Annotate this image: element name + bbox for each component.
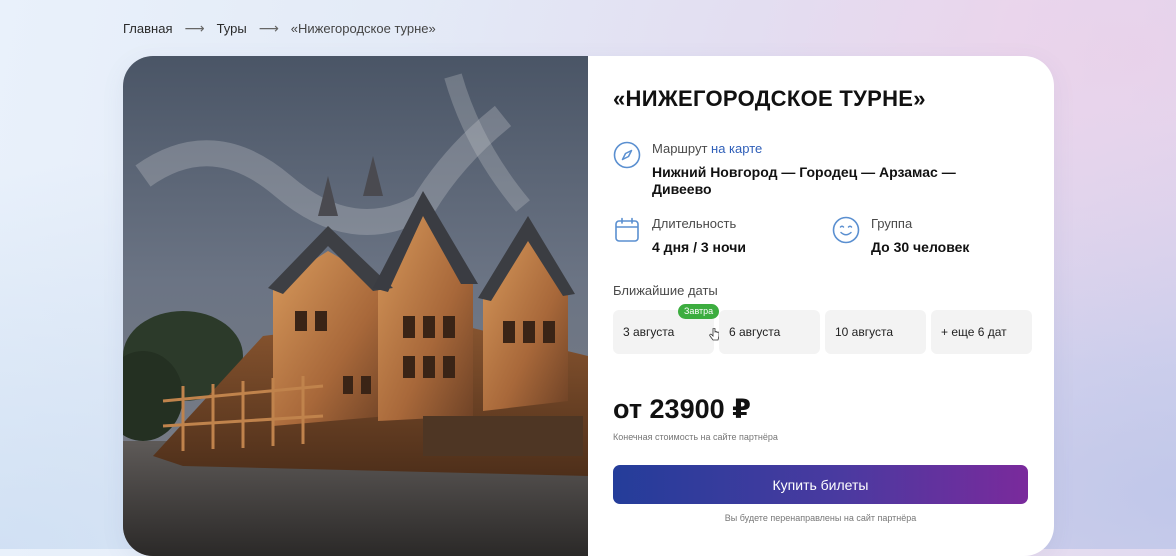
route-label: Маршрут	[652, 141, 708, 156]
price-value: от 23900 ₽	[613, 394, 751, 424]
tour-info: «НИЖЕГОРОДСКОЕ ТУРНЕ» Маршрут на карте Н…	[588, 56, 1054, 556]
breadcrumb-tours[interactable]: Туры	[217, 21, 247, 36]
date-option[interactable]: 10 августа	[825, 310, 926, 354]
breadcrumb: Главная ⟶ Туры ⟶ «Нижегородское турне»	[123, 19, 436, 37]
route-map-link[interactable]: на карте	[711, 141, 762, 156]
route-value: Нижний Новгород — Городец — Арзамас — Ди…	[652, 164, 956, 197]
price-note: Конечная стоимость на сайте партнёра	[613, 432, 778, 442]
redirect-note: Вы будете перенаправлены на сайт партнёр…	[724, 513, 917, 523]
breadcrumb-current: «Нижегородское турне»	[290, 20, 436, 36]
tour-photo	[123, 56, 588, 556]
date-option-label: 10 августа	[835, 325, 894, 339]
compass-icon	[613, 141, 641, 169]
tomorrow-badge: Завтра	[678, 304, 720, 319]
breadcrumb-arrow-icon: ⟶	[184, 19, 205, 36]
calendar-icon	[615, 217, 639, 242]
duration-value: 4 дня / 3 ночи	[652, 239, 746, 255]
route-block: Маршрут на карте Нижний Новгород — Город…	[613, 141, 997, 198]
date-option-label: 3 августа	[623, 325, 675, 339]
duration-label: Длительность	[652, 216, 737, 231]
buy-tickets-button[interactable]: Купить билеты	[613, 465, 1028, 504]
breadcrumb-home[interactable]: Главная	[123, 21, 172, 36]
group-block: Группа До 30 человек	[832, 216, 969, 256]
dates-label: Ближайшие даты	[613, 283, 718, 298]
more-dates-label: + еще 6 дат	[941, 325, 1007, 339]
date-option-label: 6 августа	[729, 325, 781, 339]
group-value: До 30 человек	[871, 239, 970, 255]
more-dates-button[interactable]: + еще 6 дат	[931, 310, 1032, 354]
smile-icon	[832, 216, 860, 244]
date-option[interactable]: 6 августа	[719, 310, 820, 354]
dates-list: 3 августа Завтра 6 августа 10 августа + …	[613, 304, 1032, 354]
tour-card: «НИЖЕГОРОДСКОЕ ТУРНЕ» Маршрут на карте Н…	[123, 56, 1054, 556]
duration-block: Длительность 4 дня / 3 ночи	[613, 216, 746, 256]
breadcrumb-arrow-icon: ⟶	[258, 19, 279, 36]
date-option[interactable]: 3 августа Завтра	[613, 304, 720, 354]
tour-title: «НИЖЕГОРОДСКОЕ ТУРНЕ»	[613, 86, 926, 111]
group-label: Группа	[871, 216, 913, 231]
